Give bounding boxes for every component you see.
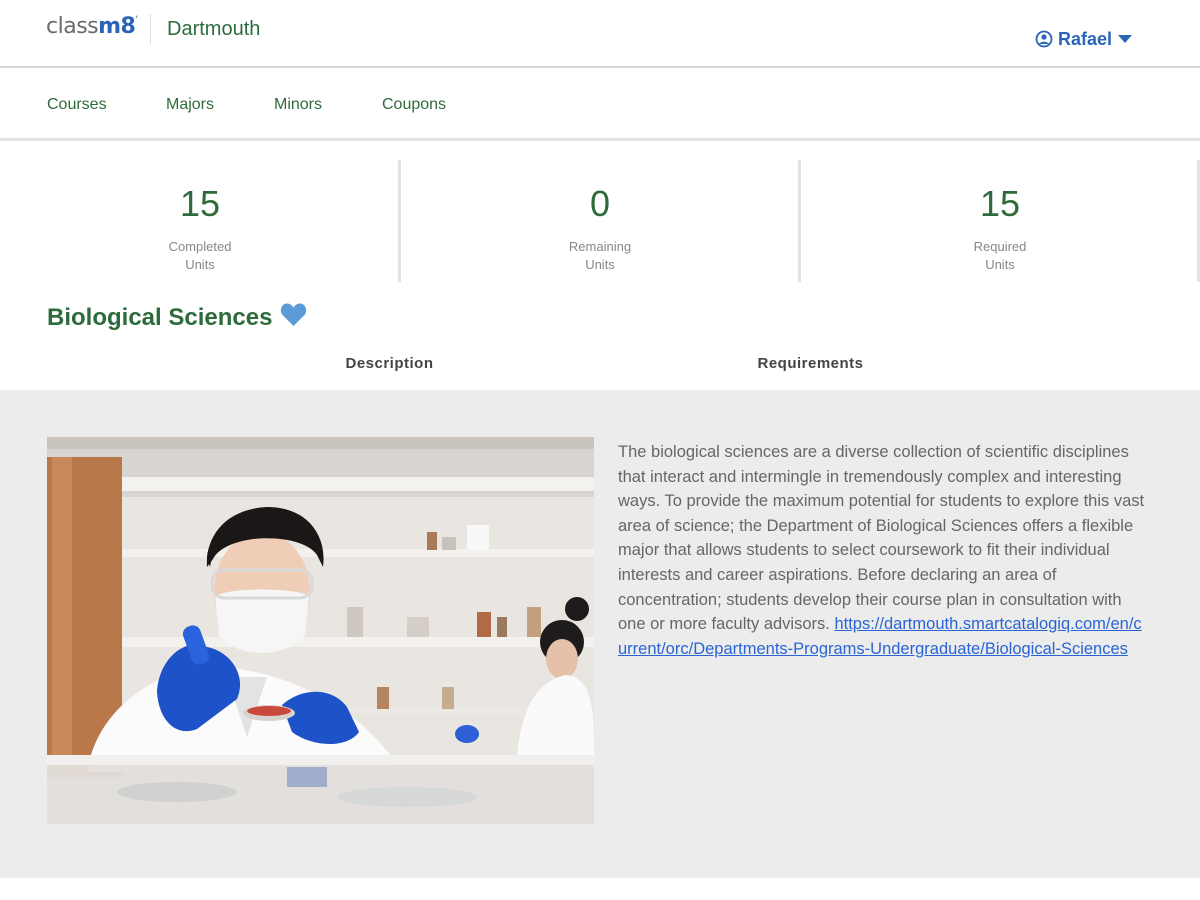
stat-label-line1: Required	[973, 239, 1027, 254]
description-text: The biological sciences are a diverse co…	[618, 443, 1145, 634]
stat-label: Required Units	[800, 238, 1200, 274]
tab-requirements[interactable]: Requirements	[600, 340, 1021, 390]
logo-divider	[150, 14, 151, 44]
stat-value: 15	[979, 183, 1021, 224]
nav-coupons[interactable]: Coupons	[382, 96, 446, 114]
stat-remaining-units: 0 Remaining Units	[400, 160, 800, 282]
heart-icon[interactable]	[280, 302, 307, 327]
user-circle-icon	[1035, 30, 1053, 48]
nav-majors[interactable]: Majors	[166, 96, 214, 114]
major-description: The biological sciences are a diverse co…	[618, 440, 1148, 661]
top-header: classm8ʾ Dartmouth Rafael	[0, 0, 1200, 68]
school-name: Dartmouth	[167, 18, 261, 40]
user-menu[interactable]: Rafael	[1035, 28, 1133, 50]
stat-label-line1: Remaining	[568, 239, 632, 254]
chevron-down-icon	[1118, 35, 1133, 43]
stat-label-line1: Completed	[168, 239, 232, 254]
stat-label-line2: Units	[185, 257, 215, 272]
nav-courses[interactable]: Courses	[47, 96, 107, 114]
stat-completed-units: 15 Completed Units	[0, 160, 400, 282]
logo-text-class: class	[46, 14, 99, 39]
main-nav: Courses Majors Minors Coupons	[0, 68, 1200, 141]
stat-label: Completed Units	[0, 238, 400, 274]
tab-description[interactable]: Description	[179, 340, 600, 393]
nav-minors[interactable]: Minors	[274, 96, 322, 114]
stat-label: Remaining Units	[400, 238, 800, 274]
stat-value: 15	[179, 183, 221, 224]
stat-label-line2: Units	[585, 257, 615, 272]
lab-photo	[47, 437, 594, 824]
description-panel: The biological sciences are a diverse co…	[0, 390, 1200, 878]
logo-mark: ʾ	[135, 15, 138, 26]
stat-required-units: 15 Required Units	[800, 160, 1200, 282]
classm8-logo[interactable]: classm8ʾ	[46, 14, 138, 39]
logo-text-m8: m8	[98, 14, 136, 39]
user-name: Rafael	[1058, 28, 1113, 49]
stat-label-line2: Units	[985, 257, 1015, 272]
major-title: Biological Sciences	[47, 304, 273, 331]
stat-value: 0	[589, 183, 611, 224]
